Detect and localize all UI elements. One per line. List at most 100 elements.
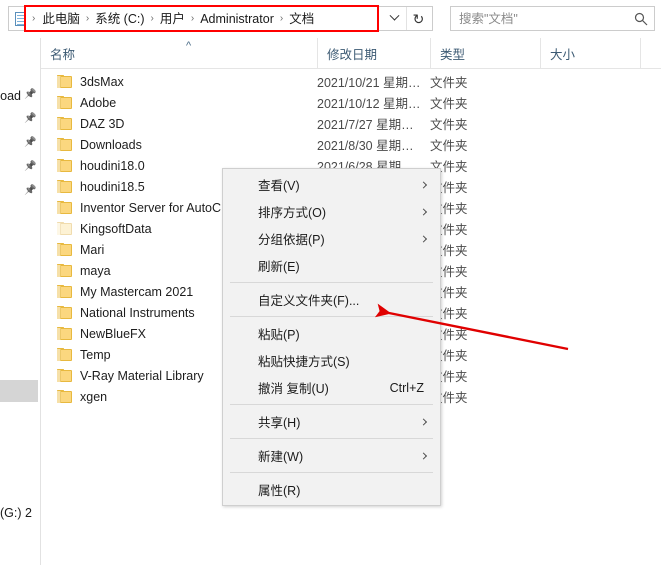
search-icon[interactable] <box>628 12 654 26</box>
folder-icon <box>57 264 73 277</box>
pin-icon[interactable] <box>24 162 37 175</box>
file-type-cell: 文件夹 <box>430 345 540 364</box>
chevron-right-icon <box>420 235 427 242</box>
file-name-label: Mari <box>80 243 104 257</box>
folder-icon <box>57 75 73 88</box>
menu-separator <box>230 316 433 317</box>
sidebar-item-drive-g[interactable]: (G:) 2 <box>0 504 41 522</box>
breadcrumb-item-3[interactable]: 用户 <box>157 9 188 29</box>
menu-item[interactable]: 排序方式(O) <box>223 198 440 225</box>
menu-item[interactable]: 刷新(E) <box>223 252 440 279</box>
chevron-down-icon[interactable] <box>383 7 405 30</box>
menu-item[interactable]: 分组依据(P) <box>223 225 440 252</box>
table-row[interactable]: DAZ 3D2021/7/27 星期…文件夹 <box>41 113 661 134</box>
search-box[interactable] <box>450 6 655 31</box>
column-header-size-label: 大小 <box>550 44 575 63</box>
file-name-label: DAZ 3D <box>80 117 124 131</box>
sidebar-item[interactable] <box>0 182 41 202</box>
file-name-cell[interactable]: 3dsMax <box>41 75 317 89</box>
folder-icon <box>57 327 73 340</box>
folder-icon <box>57 222 73 235</box>
folder-icon <box>57 390 73 403</box>
column-header-type[interactable]: 类型 <box>430 38 540 69</box>
column-header-type-label: 类型 <box>440 44 465 63</box>
column-header-name[interactable]: 名称 ^ <box>41 38 317 69</box>
menu-separator <box>230 472 433 473</box>
file-name-cell[interactable]: Adobe <box>41 96 317 110</box>
file-name-label: 3dsMax <box>80 75 124 89</box>
sidebar-selected-item[interactable] <box>0 380 38 402</box>
refresh-icon[interactable]: ↻ <box>406 7 430 30</box>
menu-item[interactable]: 撤消 复制(U)Ctrl+Z <box>223 374 440 401</box>
menu-item[interactable]: 属性(R) <box>223 476 440 503</box>
file-type-cell: 文件夹 <box>430 72 540 91</box>
context-menu[interactable]: 查看(V) 排序方式(O) 分组依据(P) 刷新(E) 自定义文件夹(F)... 粘贴(P… <box>222 168 441 506</box>
folder-icon <box>57 243 73 256</box>
table-row[interactable]: Adobe2021/10/12 星期…文件夹 <box>41 92 661 113</box>
sidebar-item[interactable]: oad <box>0 86 41 106</box>
sidebar-item-label: oad <box>0 89 21 103</box>
menu-item-shortcut: Ctrl+Z <box>390 381 428 395</box>
pin-icon[interactable] <box>24 186 37 199</box>
file-date-cell: 2021/8/30 星期… <box>317 135 430 154</box>
file-name-label: Temp <box>80 348 111 362</box>
file-type-cell: 文件夹 <box>430 198 540 217</box>
file-name-label: maya <box>80 264 111 278</box>
file-date-cell: 2021/10/21 星期… <box>317 72 430 91</box>
pin-icon[interactable] <box>24 90 37 103</box>
folder-icon <box>57 138 73 151</box>
menu-item-label: 自定义文件夹(F)... <box>258 290 359 309</box>
column-header-date[interactable]: 修改日期 <box>317 38 430 69</box>
menu-item[interactable]: 查看(V) <box>223 171 440 198</box>
pin-icon[interactable] <box>24 114 37 127</box>
file-type-cell: 文件夹 <box>430 366 540 385</box>
breadcrumb-separator[interactable]: › <box>83 11 92 27</box>
menu-item[interactable]: 粘贴快捷方式(S) <box>223 347 440 374</box>
table-row[interactable]: 3dsMax 2021/10/21 星期…文件夹 <box>41 71 661 92</box>
pin-icon[interactable] <box>24 138 37 151</box>
menu-item-label: 分组依据(P) <box>258 229 325 248</box>
breadcrumb-item-4[interactable]: Administrator <box>197 9 277 29</box>
menu-item[interactable]: 粘贴(P) <box>223 320 440 347</box>
file-name-cell[interactable]: Downloads <box>41 138 317 152</box>
chevron-right-icon <box>420 452 427 459</box>
column-header-spacer <box>640 38 661 69</box>
breadcrumb-item-1[interactable]: 此电脑 <box>39 9 83 29</box>
sidebar-item-drive-g-label: (G:) 2 <box>0 506 32 520</box>
menu-item[interactable]: 新建(W) <box>223 442 440 469</box>
column-header-date-label: 修改日期 <box>327 44 377 63</box>
breadcrumb-separator[interactable]: › <box>148 11 157 27</box>
sidebar-item[interactable] <box>0 110 41 130</box>
sidebar-item[interactable] <box>0 134 41 154</box>
chevron-right-icon <box>420 418 427 425</box>
file-name-label: V-Ray Material Library <box>80 369 204 383</box>
file-explorer-window: › 此电脑›系统 (C:)›用户›Administrator›文档 ↻ 名称 <box>0 0 661 565</box>
sidebar-item[interactable] <box>0 158 41 178</box>
breadcrumb-separator[interactable]: › <box>277 11 286 27</box>
breadcrumb-separator[interactable]: › <box>188 11 197 27</box>
file-name-label: My Mastercam 2021 <box>80 285 193 299</box>
refresh-glyph: ↻ <box>413 12 425 26</box>
breadcrumb: 此电脑›系统 (C:)›用户›Administrator›文档 <box>38 7 432 30</box>
document-folder-icon <box>11 8 29 30</box>
file-date-cell: 2021/10/12 星期… <box>317 93 430 112</box>
navigation-sidebar[interactable]: oad (G:) 2 <box>0 38 41 565</box>
menu-item[interactable]: 自定义文件夹(F)... <box>223 286 440 313</box>
file-name-cell[interactable]: DAZ 3D <box>41 117 317 131</box>
file-name-label: houdini18.0 <box>80 159 145 173</box>
sort-ascending-icon: ^ <box>186 41 191 51</box>
breadcrumb-item-2[interactable]: 系统 (C:) <box>92 9 147 29</box>
column-header-size[interactable]: 大小 <box>540 38 640 69</box>
folder-icon <box>57 369 73 382</box>
folder-icon <box>57 201 73 214</box>
file-name-label: National Instruments <box>80 306 195 320</box>
file-type-cell: 文件夹 <box>430 219 540 238</box>
file-type-cell: 文件夹 <box>430 156 540 175</box>
menu-item-label: 查看(V) <box>258 175 300 194</box>
menu-item[interactable]: 共享(H) <box>223 408 440 435</box>
search-input[interactable] <box>451 8 628 29</box>
table-row[interactable]: Downloads2021/8/30 星期…文件夹 <box>41 134 661 155</box>
file-type-cell: 文件夹 <box>430 261 540 280</box>
breadcrumb-item-5[interactable]: 文档 <box>286 9 317 29</box>
address-bar[interactable]: › 此电脑›系统 (C:)›用户›Administrator›文档 ↻ <box>8 6 433 31</box>
